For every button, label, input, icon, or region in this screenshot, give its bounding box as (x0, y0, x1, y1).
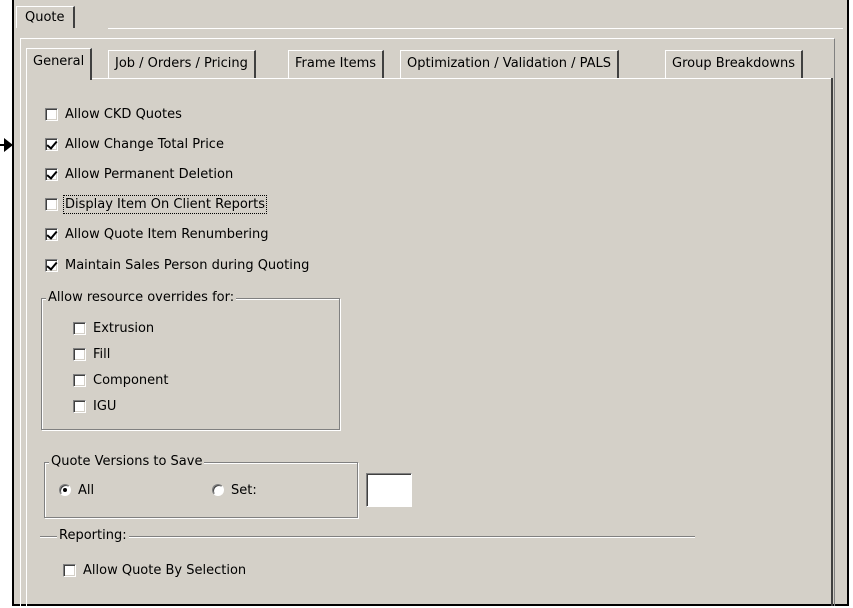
checkbox-box (45, 137, 58, 151)
versions-set-radio[interactable]: Set: (212, 481, 257, 499)
checkbox-box (73, 399, 86, 413)
checkbox-label: Maintain Sales Person during Quoting (65, 257, 310, 273)
checkbox-box (45, 258, 58, 272)
tab-optimization[interactable]: Optimization / Validation / PALS (400, 50, 620, 78)
override-component-checkbox[interactable]: Component (73, 371, 168, 389)
tab-quote-label: Quote (25, 10, 65, 25)
checkbox-label: Allow Permanent Deletion (65, 166, 234, 182)
allow-quote-item-renumbering-checkbox[interactable]: Allow Quote Item Renumbering (45, 225, 269, 243)
tab-group-breakdowns[interactable]: Group Breakdowns (665, 50, 804, 78)
radio-circle (59, 484, 71, 496)
checkbox-box (73, 321, 86, 335)
tab-general[interactable]: General (26, 48, 93, 80)
allow-quote-by-selection-checkbox[interactable]: Allow Quote By Selection (63, 561, 246, 579)
maintain-sales-person-checkbox[interactable]: Maintain Sales Person during Quoting (45, 256, 309, 274)
checkbox-box (73, 347, 86, 361)
override-fill-checkbox[interactable]: Fill (73, 345, 110, 363)
radio-label: All (78, 482, 95, 498)
checkbox-box (45, 197, 58, 211)
checkbox-label: Fill (93, 346, 111, 362)
override-igu-checkbox[interactable]: IGU (73, 397, 116, 415)
radio-circle (212, 484, 224, 496)
allow-ckd-quotes-checkbox[interactable]: Allow CKD Quotes (45, 105, 182, 123)
tab-general-label: General (33, 54, 85, 69)
versions-set-input[interactable] (366, 473, 412, 507)
checkbox-box (45, 227, 58, 241)
checkbox-label: Allow CKD Quotes (65, 106, 182, 122)
checkbox-label: Allow Quote Item Renumbering (65, 226, 269, 242)
tab-optimization-label: Optimization / Validation / PALS (407, 56, 612, 71)
checkbox-box (73, 373, 86, 387)
checkbox-label: IGU (93, 398, 117, 414)
tab-job-orders-pricing-label: Job / Orders / Pricing (115, 56, 248, 71)
checkbox-label: Extrusion (93, 320, 155, 336)
quote-versions-title: Quote Versions to Save (49, 454, 205, 469)
checkbox-label: Display Item On Client Reports (62, 194, 268, 214)
reporting-separator (40, 536, 695, 538)
checkbox-label: Allow Change Total Price (65, 136, 224, 152)
checkbox-box (45, 107, 58, 121)
allow-permanent-deletion-checkbox[interactable]: Allow Permanent Deletion (45, 165, 233, 183)
checkbox-label: Component (93, 372, 169, 388)
versions-all-radio[interactable]: All (59, 481, 94, 499)
allow-change-total-price-checkbox[interactable]: Allow Change Total Price (45, 135, 224, 153)
checkbox-box (63, 563, 76, 577)
reporting-title: Reporting: (57, 528, 129, 543)
tab-frame-items[interactable]: Frame Items (288, 50, 385, 78)
resource-overrides-title: Allow resource overrides for: (46, 290, 237, 305)
tab-quote[interactable]: Quote (16, 6, 75, 28)
checkbox-label: Allow Quote By Selection (83, 562, 247, 578)
tab-job-orders-pricing[interactable]: Job / Orders / Pricing (108, 50, 256, 78)
override-extrusion-checkbox[interactable]: Extrusion (73, 319, 154, 337)
checkbox-box (45, 167, 58, 181)
radio-label: Set: (231, 482, 257, 498)
tab-group-breakdowns-label: Group Breakdowns (672, 56, 796, 71)
tab-frame-items-label: Frame Items (295, 56, 377, 71)
display-item-on-client-reports-checkbox[interactable]: Display Item On Client Reports (45, 194, 268, 214)
